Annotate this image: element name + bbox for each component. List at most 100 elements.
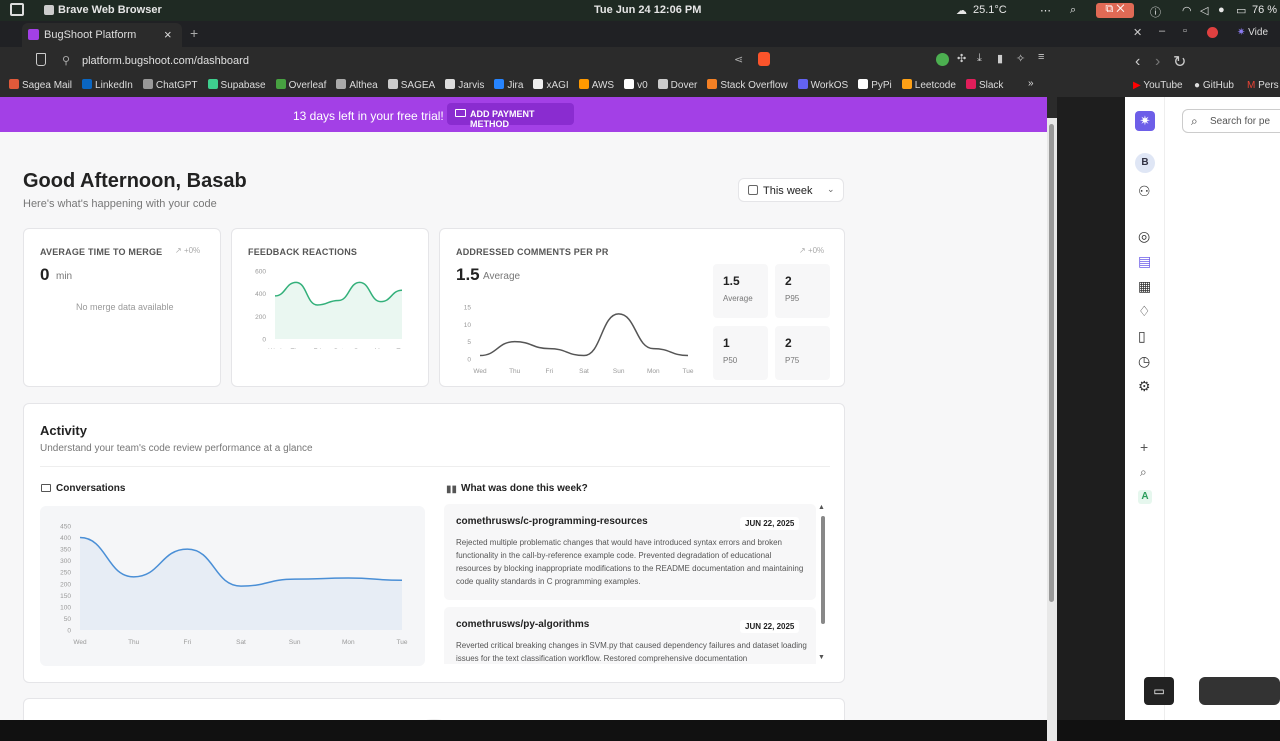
date-range-select[interactable]: This week ⌄ bbox=[738, 178, 844, 202]
search-icon[interactable]: ⌕ bbox=[1140, 465, 1147, 480]
bookmark-item[interactable]: Supabase bbox=[208, 76, 266, 96]
sidebar-toggle-icon[interactable]: ▮ bbox=[997, 52, 1003, 65]
bookmark-item[interactable]: xAGI bbox=[533, 76, 568, 96]
merge-unit: min bbox=[56, 271, 72, 282]
menu-icon[interactable]: ≡ bbox=[1038, 51, 1044, 63]
download-icon[interactable]: ⤓ bbox=[977, 52, 982, 65]
camera-button[interactable]: ▭ bbox=[1144, 677, 1174, 705]
bookmark-label: Sagea Mail bbox=[22, 80, 72, 91]
clock[interactable]: Tue Jun 24 12:06 PM bbox=[594, 4, 701, 16]
reload-icon[interactable]: ↻ bbox=[1173, 52, 1186, 72]
weather-icon: ☁ bbox=[956, 4, 967, 17]
bookmark-item[interactable]: LinkedIn bbox=[82, 76, 133, 96]
bookmarks-overflow-icon[interactable]: » bbox=[1028, 78, 1034, 89]
bookmark-item[interactable]: WorkOS bbox=[798, 76, 849, 96]
search-icon[interactable]: ⌕ bbox=[1070, 4, 1076, 17]
side-tab-title[interactable]: ✷ Vide bbox=[1237, 27, 1268, 38]
x-tick-label: Tue bbox=[397, 348, 408, 349]
scroll-down-icon[interactable]: ▼ bbox=[818, 654, 825, 661]
extensions-icon[interactable]: ✣ bbox=[957, 52, 966, 65]
more-icon[interactable]: ⋯ bbox=[1040, 4, 1051, 17]
bookmark-item[interactable]: Jira bbox=[494, 76, 523, 96]
accessibility-icon[interactable]: ⓘ bbox=[1150, 4, 1161, 20]
bookmark-label: v0 bbox=[637, 80, 648, 91]
bookmark-item[interactable]: Leetcode bbox=[902, 76, 956, 96]
clock-icon[interactable]: ◷ bbox=[1138, 353, 1150, 370]
minimize-icon[interactable]: – bbox=[1159, 25, 1165, 37]
activity-item[interactable]: comethrusws/py-algorithmsJUN 22, 2025Rev… bbox=[444, 607, 816, 664]
y-tick-label: 200 bbox=[60, 581, 71, 588]
volume-icon[interactable]: ◁ bbox=[1200, 4, 1208, 17]
side-bookmark[interactable]: M Pers bbox=[1247, 80, 1279, 91]
bookmark-item[interactable]: AWS bbox=[579, 76, 614, 96]
bookmark-item[interactable]: PyPi bbox=[858, 76, 892, 96]
address-bar: ⚲ platform.bugshoot.com/dashboard ⋖ ✣ ⤓ … bbox=[0, 47, 1057, 75]
app-menu-icon[interactable] bbox=[10, 3, 24, 16]
add-user-icon[interactable]: ⚇ bbox=[1138, 183, 1151, 200]
activity-repo[interactable]: comethrusws/c-programming-resources bbox=[456, 516, 648, 527]
bookmark-favicon-icon bbox=[798, 79, 808, 89]
bell-icon[interactable]: ♢ bbox=[1138, 303, 1151, 320]
x-tick-label: Sun bbox=[613, 368, 625, 375]
page-title: Good Afternoon, Basab bbox=[23, 170, 247, 193]
y-tick-label: 150 bbox=[60, 593, 71, 600]
battery-icon[interactable]: ▭ bbox=[1236, 4, 1246, 17]
bookmark-favicon-icon bbox=[858, 79, 868, 89]
scroll-up-icon[interactable]: ▲ bbox=[818, 504, 825, 511]
leo-ai-icon[interactable]: ✧ bbox=[1016, 52, 1025, 65]
wifi-icon[interactable]: ◠ bbox=[1182, 4, 1192, 17]
tab-close-icon[interactable]: × bbox=[164, 27, 172, 42]
add-payment-button[interactable]: ADD PAYMENT METHOD bbox=[447, 103, 574, 125]
merge-delta: ↗ +0% bbox=[175, 246, 200, 255]
x-tick-label: Fri bbox=[184, 639, 192, 646]
activity-description: Rejected multiple problematic changes th… bbox=[456, 536, 808, 588]
bookmark-item[interactable]: Overleaf bbox=[276, 76, 327, 96]
bookmark-item[interactable]: Stack Overflow bbox=[707, 76, 787, 96]
bookmark-item[interactable]: SAGEA bbox=[388, 76, 435, 96]
url-field[interactable]: platform.bugshoot.com/dashboard bbox=[82, 55, 249, 67]
activity-scrollbar[interactable] bbox=[821, 516, 825, 624]
bookmark-item[interactable]: Slack bbox=[966, 76, 1003, 96]
activity-item[interactable]: comethrusws/c-programming-resourcesJUN 2… bbox=[444, 504, 816, 600]
recording-controls[interactable] bbox=[1199, 677, 1280, 705]
activity-repo[interactable]: comethrusws/py-algorithms bbox=[456, 619, 589, 630]
workspace-a[interactable]: A bbox=[1138, 490, 1152, 504]
restore-icon[interactable]: ▫ bbox=[1183, 25, 1187, 37]
back-icon[interactable]: ‹ bbox=[1135, 53, 1140, 71]
mic-icon[interactable]: ● bbox=[1218, 4, 1225, 16]
stat-value: 2 bbox=[785, 274, 792, 288]
calendar-icon[interactable]: ▦ bbox=[1138, 278, 1151, 295]
gear-icon[interactable]: ⚙ bbox=[1138, 378, 1151, 395]
brave-shields-icon[interactable] bbox=[758, 52, 770, 66]
bookmark-item[interactable]: Dover bbox=[658, 76, 698, 96]
scroll-thumb[interactable] bbox=[1049, 124, 1054, 602]
forward-icon[interactable]: › bbox=[1155, 53, 1160, 71]
new-tab-icon[interactable]: + bbox=[190, 25, 198, 41]
inbox-icon[interactable]: ▤ bbox=[1138, 253, 1151, 270]
bookmark-item[interactable]: ChatGPT bbox=[143, 76, 198, 96]
add-icon[interactable]: + bbox=[1140, 439, 1148, 455]
extension-icon[interactable] bbox=[936, 53, 949, 66]
screen-record-indicator[interactable]: ⧉ ✕ bbox=[1096, 3, 1134, 18]
side-bookmark[interactable]: ▶ YouTube bbox=[1133, 80, 1183, 91]
bookmark-item[interactable]: Althea bbox=[336, 76, 377, 96]
bookmark-icon[interactable]: ▯ bbox=[1138, 328, 1146, 345]
bookmark-item[interactable]: Jarvis bbox=[445, 76, 484, 96]
bookmark-item[interactable]: v0 bbox=[624, 76, 648, 96]
share-icon[interactable]: ⋖ bbox=[734, 53, 743, 66]
page-scrollbar[interactable] bbox=[1047, 118, 1057, 741]
bookmark-page-icon[interactable] bbox=[36, 53, 46, 66]
profile-icon[interactable]: ◎ bbox=[1138, 228, 1150, 245]
site-info-icon[interactable]: ⚲ bbox=[62, 54, 70, 67]
bookmark-item[interactable]: Sagea Mail bbox=[9, 76, 72, 96]
avatar[interactable]: B bbox=[1135, 153, 1155, 173]
page-subtitle: Here's what's happening with your code bbox=[23, 198, 217, 210]
side-bookmark[interactable]: ● GitHub bbox=[1194, 80, 1234, 91]
activity-list[interactable]: comethrusws/c-programming-resourcesJUN 2… bbox=[444, 504, 817, 664]
bookmark-favicon-icon bbox=[9, 79, 19, 89]
app-logo-icon[interactable]: ✷ bbox=[1135, 111, 1155, 131]
close-icon[interactable]: ✕ bbox=[1133, 26, 1142, 39]
series-area bbox=[80, 538, 402, 630]
side-search-input[interactable]: ⌕ Search for pe bbox=[1182, 109, 1280, 133]
tab-bugshoot[interactable]: BugShoot Platform × bbox=[22, 23, 182, 47]
